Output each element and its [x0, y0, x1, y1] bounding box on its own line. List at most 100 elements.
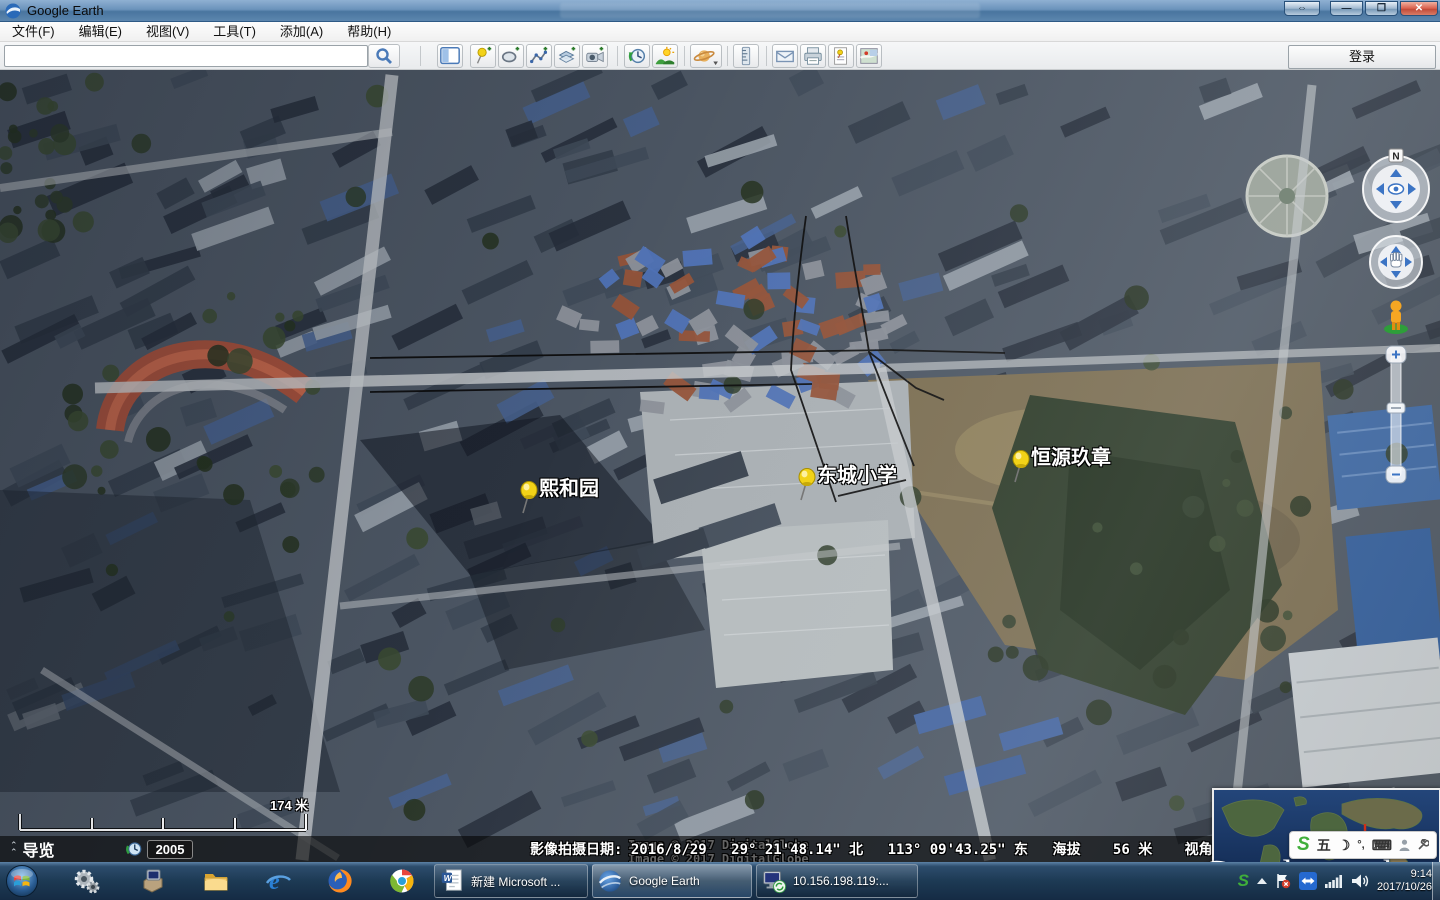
chrome-icon[interactable] [388, 867, 416, 895]
map-plaza [1247, 156, 1327, 236]
search-input[interactable] [4, 45, 368, 67]
view-in-maps-button[interactable] [856, 44, 882, 68]
teamviewer-icon[interactable] [1299, 872, 1317, 890]
ime-mode-toggle[interactable]: 五 [1317, 835, 1331, 855]
toolbar-separator [617, 46, 618, 66]
menu-edit[interactable]: 编辑(E) [67, 22, 134, 42]
start-button[interactable] [5, 864, 39, 898]
svg-text:W: W [444, 873, 453, 883]
pushpin-icon[interactable] [1009, 449, 1033, 485]
tour-guide-toggle[interactable]: ⌃⌃ 导览 [10, 837, 55, 861]
planets-button[interactable] [690, 44, 722, 68]
save-image-button[interactable] [828, 44, 854, 68]
taskbar-button-google-earth[interactable]: Google Earth [592, 864, 752, 898]
system-tray: S [1238, 862, 1432, 900]
move-joystick[interactable] [1370, 236, 1422, 288]
search-button[interactable] [368, 44, 400, 68]
placemark[interactable]: 东城小学 [795, 467, 819, 508]
ime-toolbar[interactable]: S 五 ☽ °, ⌨ [1289, 831, 1437, 859]
ruler-button[interactable] [733, 44, 759, 68]
add-polygon-button[interactable] [498, 44, 524, 68]
longitude-value: 113° 09'43.25" 东 [888, 842, 1028, 858]
record-tour-button[interactable] [582, 44, 608, 68]
chevron-up-icon: ⌃⌃ [10, 842, 17, 856]
toggle-sidebar-button[interactable] [437, 44, 463, 68]
tour-camera-icon [584, 45, 606, 67]
google-earth-app-icon [5, 3, 21, 19]
desktop: Google Earth ⇔ — ❐ ✕ 文件(F) 编辑(E) 视图(V) 工… [0, 0, 1440, 900]
ruler-icon [735, 45, 757, 67]
ime-settings-wrench-icon[interactable] [1417, 839, 1429, 851]
menu-tools[interactable]: 工具(T) [201, 22, 268, 42]
add-path-icon [528, 45, 550, 67]
file-explorer-icon[interactable] [202, 867, 230, 895]
toolbar-separator [684, 46, 685, 66]
show-hidden-icons-button[interactable] [1257, 878, 1267, 884]
toggle-size-button[interactable]: ⇔ [1284, 1, 1320, 16]
satellite-map-canvas[interactable]: 174 米 Image © 2017 DigitalGlobe Image © … [0, 70, 1440, 862]
volume-icon[interactable] [1351, 873, 1369, 889]
sogou-logo-icon[interactable]: S [1297, 834, 1310, 856]
svg-text:e: e [269, 869, 280, 895]
tour-guide-label: 导览 [23, 837, 55, 861]
settings-gears-icon[interactable] [72, 867, 100, 895]
close-button[interactable]: ✕ [1400, 1, 1438, 16]
elevation-value: 56 米 [1113, 842, 1152, 858]
pushpin-icon[interactable] [795, 467, 819, 503]
network-signal-icon[interactable] [1325, 874, 1343, 888]
email-button[interactable] [772, 44, 798, 68]
historical-imagery-button[interactable] [624, 44, 650, 68]
tray-clock[interactable]: 9:14 2017/10/26 [1377, 868, 1432, 894]
windows-taskbar: e W 新建 Microsoft ... [0, 862, 1440, 900]
search-icon [374, 46, 394, 66]
sun-icon [654, 45, 676, 67]
maps-icon [858, 45, 880, 67]
ime-account-icon[interactable] [1399, 839, 1410, 852]
menu-bar: 文件(F) 编辑(E) 视图(V) 工具(T) 添加(A) 帮助(H) [0, 22, 1440, 42]
menu-view[interactable]: 视图(V) [134, 22, 201, 42]
pushpin-icon[interactable] [517, 480, 541, 516]
placemark[interactable]: 熙和园 [517, 480, 541, 521]
menu-file[interactable]: 文件(F) [0, 22, 67, 42]
placemark[interactable]: 恒源玖章 [1009, 449, 1033, 490]
window-titlebar[interactable]: Google Earth ⇔ — ❐ ✕ [0, 0, 1440, 22]
placemark-label[interactable]: 东城小学 [817, 459, 897, 488]
firefox-icon[interactable] [326, 867, 354, 895]
system-utility-icon[interactable] [138, 867, 166, 895]
placemark-label[interactable]: 恒源玖章 [1031, 441, 1111, 470]
login-button[interactable]: 登录 [1288, 45, 1436, 69]
print-button[interactable] [800, 44, 826, 68]
taskbar-button-remote-desktop[interactable]: 10.156.198.119:... [756, 864, 918, 898]
add-placemark-button[interactable] [470, 44, 496, 68]
punctuation-icon[interactable]: °, [1357, 839, 1364, 851]
toolbar-separator [766, 46, 767, 66]
taskbar-button-word[interactable]: W 新建 Microsoft ... [434, 864, 588, 898]
add-overlay-icon [556, 45, 578, 67]
toolbar: 登录 [0, 42, 1440, 70]
fullhalf-width-icon[interactable]: ☽ [1338, 837, 1351, 854]
sogou-tray-icon[interactable]: S [1238, 871, 1249, 891]
zoom-slider[interactable] [1386, 346, 1406, 483]
placemark-label[interactable]: 熙和园 [539, 472, 599, 501]
minimize-button[interactable]: — [1330, 1, 1363, 16]
menu-add[interactable]: 添加(A) [268, 22, 335, 42]
show-desktop-button[interactable] [1432, 862, 1440, 900]
restore-button[interactable]: ❐ [1365, 1, 1398, 16]
soft-keyboard-icon[interactable]: ⌨ [1372, 837, 1392, 854]
imagery-date: 影像拍摄日期: 2016/8/29 [530, 842, 707, 858]
tray-time: 9:14 [1377, 868, 1432, 881]
north-label: N [1392, 152, 1399, 163]
pegman-control[interactable] [1384, 301, 1408, 335]
add-path-button[interactable] [526, 44, 552, 68]
printer-icon [802, 45, 824, 67]
action-center-flag-icon[interactable] [1275, 873, 1291, 889]
satellite-imagery [0, 70, 1440, 862]
sunlight-button[interactable] [652, 44, 678, 68]
add-image-overlay-button[interactable] [554, 44, 580, 68]
save-image-icon [830, 45, 852, 67]
window-title: Google Earth [27, 3, 104, 18]
history-year-button[interactable]: 2005 [125, 840, 194, 859]
menu-help[interactable]: 帮助(H) [335, 22, 403, 42]
internet-explorer-icon[interactable]: e [264, 867, 292, 895]
look-joystick[interactable]: N [1363, 149, 1429, 222]
